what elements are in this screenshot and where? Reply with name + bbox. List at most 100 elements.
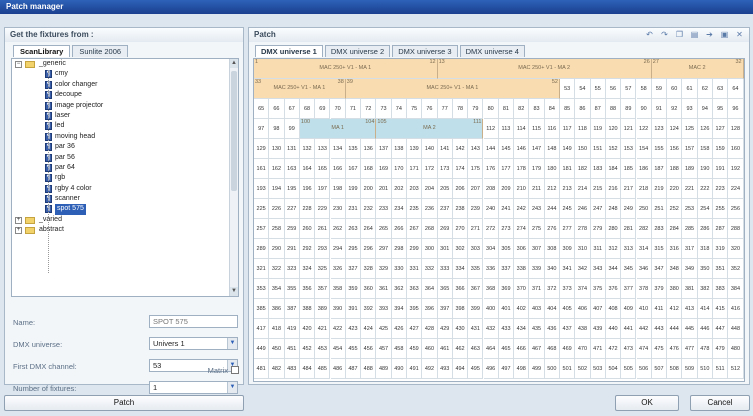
dmx-channel-cell[interactable]: 156 xyxy=(667,139,683,159)
dmx-channel-cell[interactable]: 369 xyxy=(498,279,515,299)
patched-fixture[interactable]: MAC 250+ V1 - MA 1 1 12 xyxy=(254,59,438,79)
dmx-channel-cell[interactable]: 280 xyxy=(605,219,622,239)
dmx-channel-cell[interactable]: 281 xyxy=(621,219,637,239)
dmx-channel-cell[interactable]: 363 xyxy=(407,279,423,299)
dmx-channel-cell[interactable]: 339 xyxy=(529,259,545,279)
dmx-channel-cell[interactable]: 303 xyxy=(468,239,484,259)
dmx-channel-cell[interactable]: 53 xyxy=(560,79,576,99)
dmx-channel-cell[interactable]: 462 xyxy=(452,339,469,359)
matrix-checkbox-row[interactable]: Matrix xyxy=(208,366,239,378)
dmx-channel-cell[interactable]: 444 xyxy=(667,319,683,339)
dmx-channel-cell[interactable]: 427 xyxy=(407,319,423,339)
dmx-channel-cell[interactable]: 68 xyxy=(299,99,316,119)
dmx-channel-cell[interactable]: 362 xyxy=(391,279,407,299)
dmx-channel-cell[interactable]: 160 xyxy=(728,139,744,159)
dmx-channel-cell[interactable]: 76 xyxy=(422,99,438,119)
dmx-channel-cell[interactable]: 508 xyxy=(667,359,683,379)
dmx-channel-cell[interactable]: 223 xyxy=(713,179,729,199)
dmx-channel-cell[interactable]: 241 xyxy=(498,199,515,219)
patched-fixture[interactable]: MAC 250+ V1 - MA 2 13 26 xyxy=(437,59,652,79)
dmx-channel-cell[interactable]: 120 xyxy=(605,119,622,139)
dmx-channel-cell[interactable]: 88 xyxy=(605,99,622,119)
dmx-channel-cell[interactable]: 322 xyxy=(269,259,285,279)
dmx-channel-cell[interactable]: 406 xyxy=(575,299,591,319)
dmx-channel-cell[interactable]: 344 xyxy=(605,259,622,279)
dmx-channel-cell[interactable]: 499 xyxy=(529,359,545,379)
dmx-channel-cell[interactable]: 57 xyxy=(621,79,637,99)
dmx-channel-cell[interactable]: 253 xyxy=(682,199,698,219)
dmx-channel-cell[interactable]: 240 xyxy=(483,199,499,219)
dmx-channel-cell[interactable]: 179 xyxy=(529,159,545,179)
dmx-channel-cell[interactable]: 325 xyxy=(315,259,331,279)
dmx-channel-cell[interactable]: 199 xyxy=(345,179,362,199)
dmx-channel-cell[interactable]: 360 xyxy=(361,279,377,299)
dmx-channel-cell[interactable]: 361 xyxy=(376,279,392,299)
dmx-channel-cell[interactable]: 96 xyxy=(728,99,744,119)
dmx-channel-cell[interactable]: 441 xyxy=(621,319,637,339)
dmx-channel-cell[interactable]: 328 xyxy=(361,259,377,279)
dmx-channel-cell[interactable]: 125 xyxy=(682,119,698,139)
dmx-channel-cell[interactable]: 446 xyxy=(697,319,713,339)
dmx-channel-cell[interactable]: 497 xyxy=(498,359,515,379)
dmx-channel-cell[interactable]: 317 xyxy=(682,239,698,259)
dmx-channel-cell[interactable]: 207 xyxy=(468,179,484,199)
dmx-channel-cell[interactable]: 504 xyxy=(605,359,622,379)
dmx-channel-cell[interactable]: 70 xyxy=(330,99,346,119)
copy-icon[interactable]: ❐ xyxy=(674,30,685,40)
dmx-channel-cell[interactable]: 295 xyxy=(345,239,362,259)
dmx-channel-cell[interactable]: 189 xyxy=(682,159,698,179)
dmx-channel-cell[interactable]: 134 xyxy=(330,139,346,159)
dmx-channel-cell[interactable]: 309 xyxy=(560,239,576,259)
dmx-channel-cell[interactable]: 202 xyxy=(391,179,407,199)
dmx-channel-cell[interactable]: 355 xyxy=(284,279,300,299)
dmx-channel-cell[interactable]: 162 xyxy=(269,159,285,179)
dmx-channel-cell[interactable]: 218 xyxy=(636,179,652,199)
dmx-channel-cell[interactable]: 321 xyxy=(254,259,270,279)
dmx-channel-cell[interactable]: 224 xyxy=(728,179,744,199)
dmx-channel-cell[interactable]: 255 xyxy=(713,199,729,219)
dmx-channel-cell[interactable]: 155 xyxy=(651,139,668,159)
dmx-channel-cell[interactable]: 187 xyxy=(651,159,668,179)
dmx-channel-cell[interactable]: 359 xyxy=(345,279,362,299)
dmx-channel-cell[interactable]: 386 xyxy=(269,299,285,319)
dmx-channel-cell[interactable]: 201 xyxy=(376,179,392,199)
patch-button[interactable]: Patch xyxy=(4,395,244,411)
dmx-channel-cell[interactable]: 376 xyxy=(605,279,622,299)
dmx-channel-cell[interactable]: 367 xyxy=(468,279,484,299)
dmx-channel-cell[interactable]: 167 xyxy=(345,159,362,179)
dmx-channel-cell[interactable]: 246 xyxy=(575,199,591,219)
dmx-channel-cell[interactable]: 494 xyxy=(452,359,469,379)
dmx-channel-cell[interactable]: 411 xyxy=(651,299,668,319)
dmx-channel-cell[interactable]: 405 xyxy=(560,299,576,319)
tree-item[interactable]: ¶ led xyxy=(12,121,238,131)
dmx-channel-cell[interactable]: 296 xyxy=(361,239,377,259)
dmx-channel-cell[interactable]: 185 xyxy=(621,159,637,179)
dmx-channel-cell[interactable]: 413 xyxy=(682,299,698,319)
dmx-channel-cell[interactable]: 467 xyxy=(529,339,545,359)
dmx-channel-cell[interactable]: 300 xyxy=(422,239,438,259)
dmx-channel-cell[interactable]: 382 xyxy=(697,279,713,299)
dmx-channel-cell[interactable]: 121 xyxy=(621,119,637,139)
dmx-channel-cell[interactable]: 116 xyxy=(544,119,560,139)
dmx-channel-cell[interactable]: 114 xyxy=(514,119,530,139)
tree-item[interactable]: ¶ cmy xyxy=(12,69,238,79)
dmx-channel-cell[interactable]: 292 xyxy=(299,239,316,259)
dmx-channel-cell[interactable]: 290 xyxy=(269,239,285,259)
dmx-channel-cell[interactable]: 181 xyxy=(560,159,576,179)
dmx-channel-cell[interactable]: 216 xyxy=(605,179,622,199)
dmx-channel-cell[interactable]: 437 xyxy=(560,319,576,339)
fixture-count-select[interactable]: 1 ▼ xyxy=(149,381,238,394)
patched-fixture[interactable]: MAC 2 27 32 xyxy=(651,59,744,79)
dmx-channel-cell[interactable]: 200 xyxy=(361,179,377,199)
dmx-channel-cell[interactable]: 71 xyxy=(345,99,362,119)
dmx-channel-grid[interactable]: 53 54 55 56 57 58 59 60 61 62 63 64 65 66 67 68 69 70 71 72… xyxy=(253,58,745,382)
dmx-channel-cell[interactable]: 153 xyxy=(621,139,637,159)
redo-icon[interactable]: ↷ xyxy=(659,30,670,40)
dmx-channel-cell[interactable]: 478 xyxy=(697,339,713,359)
tab-universe-2[interactable]: DMX universe 2 xyxy=(324,45,391,57)
move-icon[interactable]: ➔ xyxy=(704,30,715,40)
dmx-channel-cell[interactable]: 194 xyxy=(269,179,285,199)
delete-icon[interactable]: ✕ xyxy=(734,30,745,40)
dmx-channel-cell[interactable]: 251 xyxy=(651,199,668,219)
dmx-channel-cell[interactable]: 94 xyxy=(697,99,713,119)
